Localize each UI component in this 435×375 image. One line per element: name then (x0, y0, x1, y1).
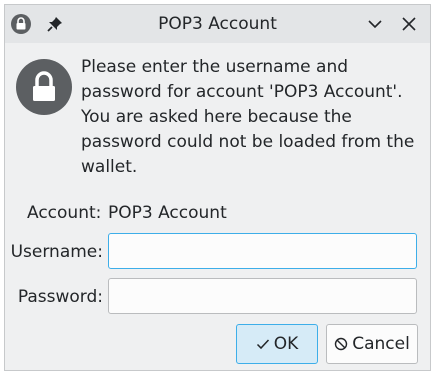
cancel-icon (335, 337, 348, 351)
account-label: Account: (27, 203, 102, 223)
close-icon[interactable] (397, 12, 421, 36)
password-label: Password: (17, 287, 103, 307)
pop3-account-dialog: POP3 Account Please enter the username a… (4, 4, 431, 371)
prompt-message: Please enter the username and password f… (81, 57, 415, 177)
username-field[interactable] (108, 233, 417, 269)
check-icon (256, 339, 269, 350)
chevron-down-icon[interactable] (363, 12, 387, 36)
ok-button[interactable]: OK (236, 324, 318, 364)
titlebar: POP3 Account (5, 5, 430, 43)
cancel-label: Cancel (352, 334, 410, 354)
account-value: POP3 Account (108, 203, 227, 223)
lock-icon (16, 59, 72, 115)
password-field[interactable] (108, 278, 417, 314)
username-label: Username: (10, 242, 103, 262)
ok-label: OK (273, 334, 299, 354)
cancel-button[interactable]: Cancel (326, 324, 418, 364)
